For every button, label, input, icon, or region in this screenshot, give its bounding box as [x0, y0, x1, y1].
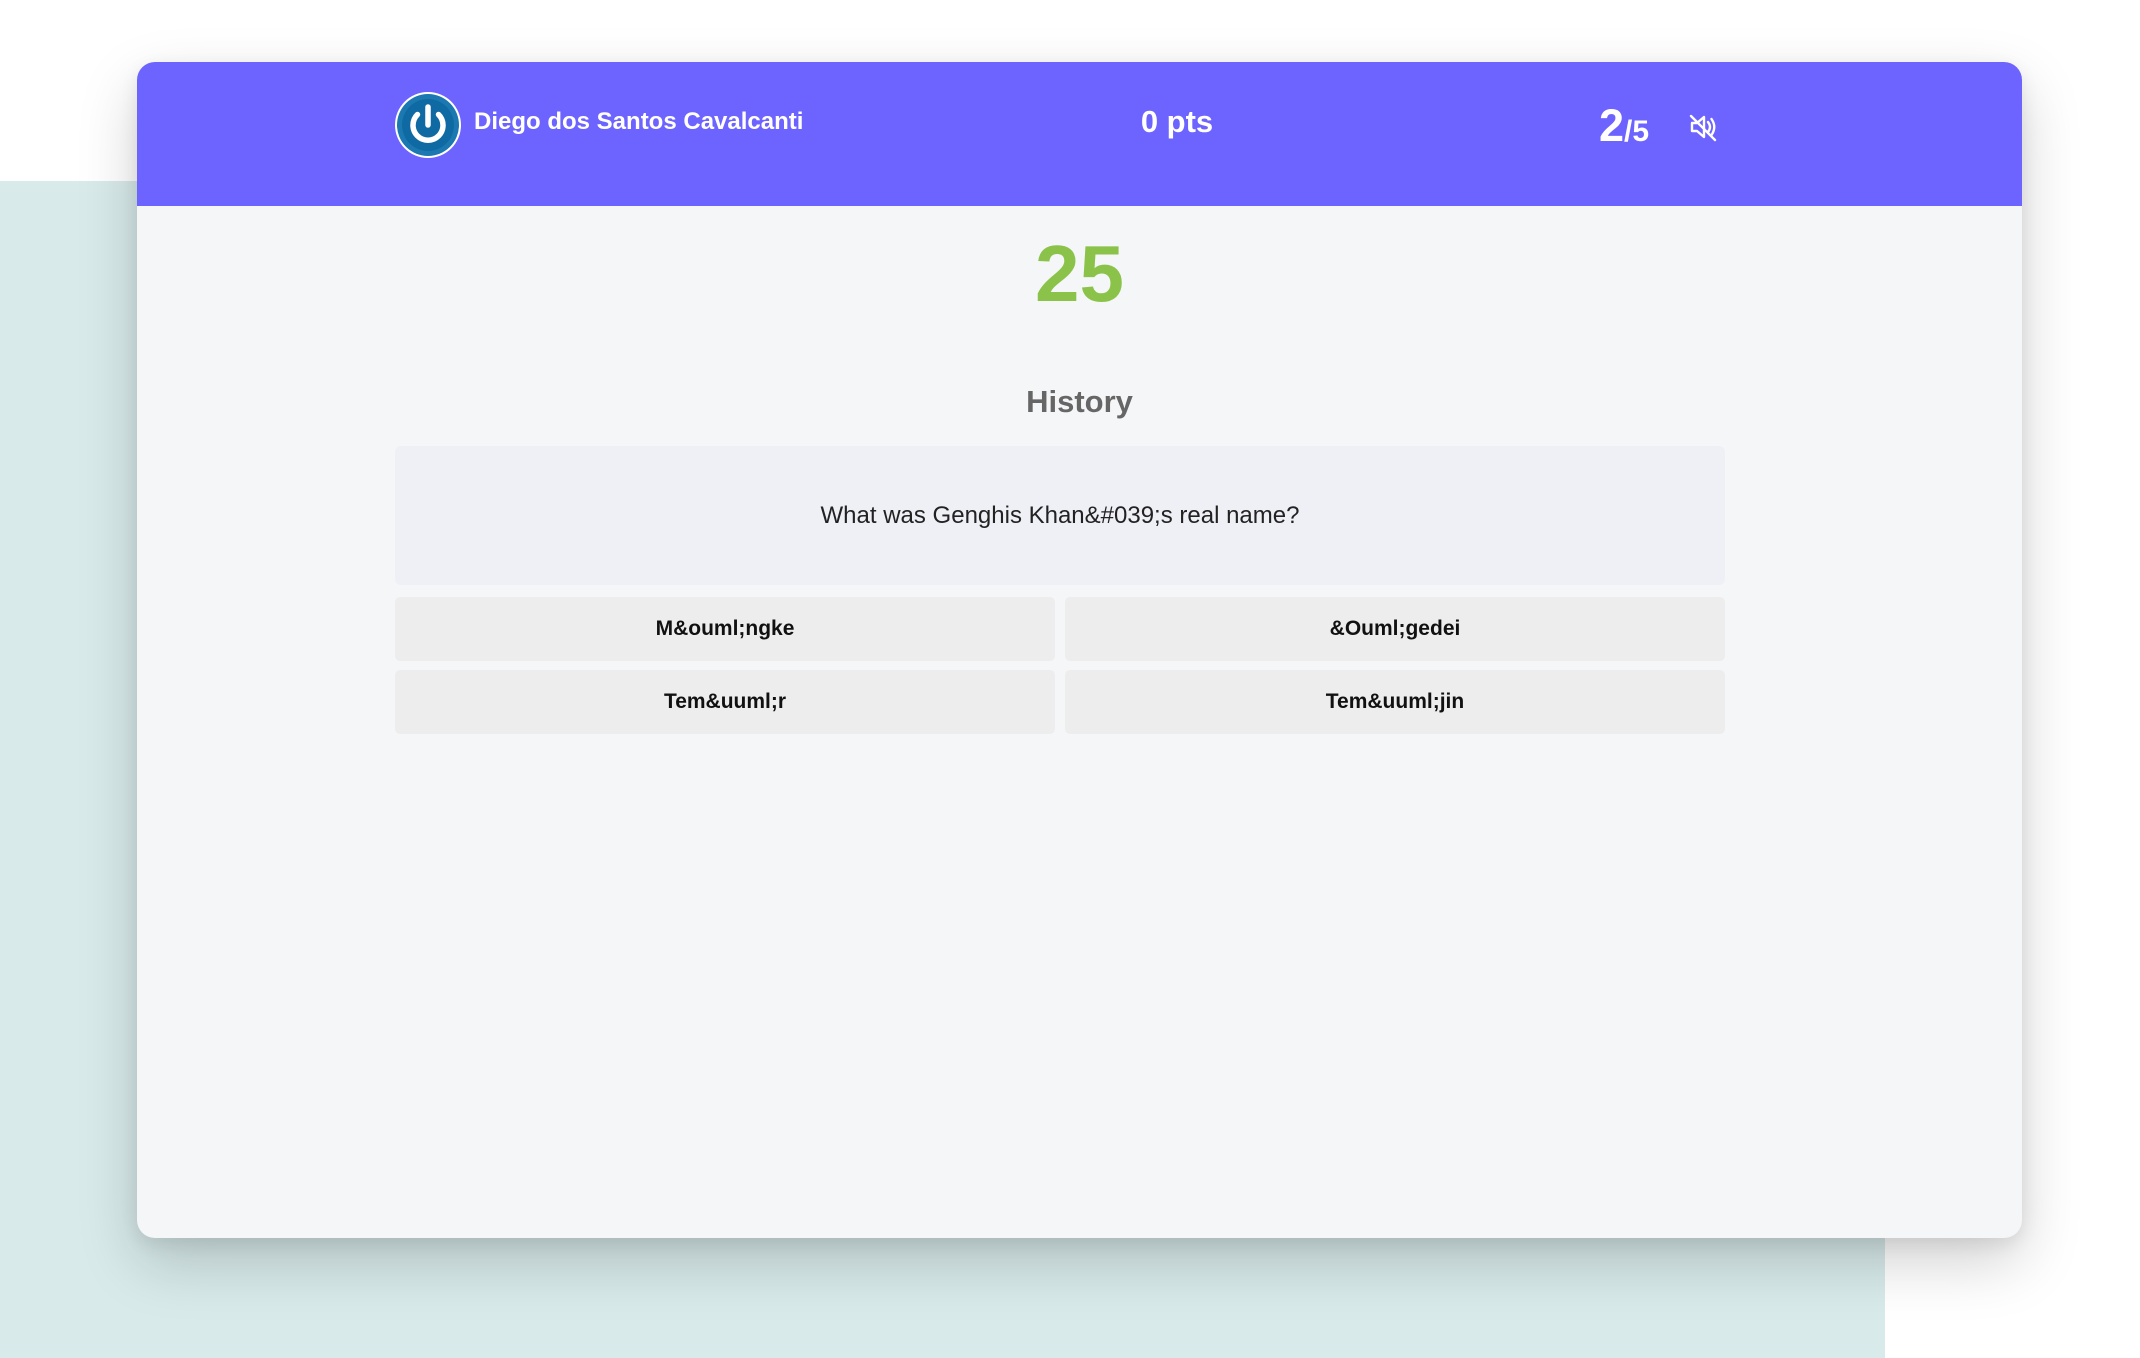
answer-option-1[interactable]: M&ouml;ngke [395, 597, 1055, 661]
mute-button[interactable] [1684, 109, 1720, 145]
quiz-header: Diego dos Santos Cavalcanti 0 pts 2/5 [137, 62, 2022, 206]
logout-button[interactable] [395, 92, 461, 158]
countdown-timer: 25 [1035, 229, 1124, 318]
answer-option-3[interactable]: Tem&uuml;r [395, 670, 1055, 734]
user-name: Diego dos Santos Cavalcanti [474, 108, 804, 135]
answer-option-2[interactable]: &Ouml;gedei [1065, 597, 1725, 661]
score-points: 0 pts [1140, 104, 1214, 139]
current-question-number: 2 [1599, 100, 1625, 151]
question-progress: 2/5 [1599, 100, 1649, 152]
question-text: What was Genghis Khan&#039;s real name? [820, 501, 1300, 529]
quiz-card: Diego dos Santos Cavalcanti 0 pts 2/5 25… [137, 62, 2022, 1238]
question-box: What was Genghis Khan&#039;s real name? [395, 446, 1725, 585]
total-questions: /5 [1624, 115, 1650, 148]
volume-muted-icon [1689, 114, 1717, 142]
power-icon [397, 94, 459, 156]
answer-option-4[interactable]: Tem&uuml;jin [1065, 670, 1725, 734]
question-category: History [1026, 384, 1133, 419]
